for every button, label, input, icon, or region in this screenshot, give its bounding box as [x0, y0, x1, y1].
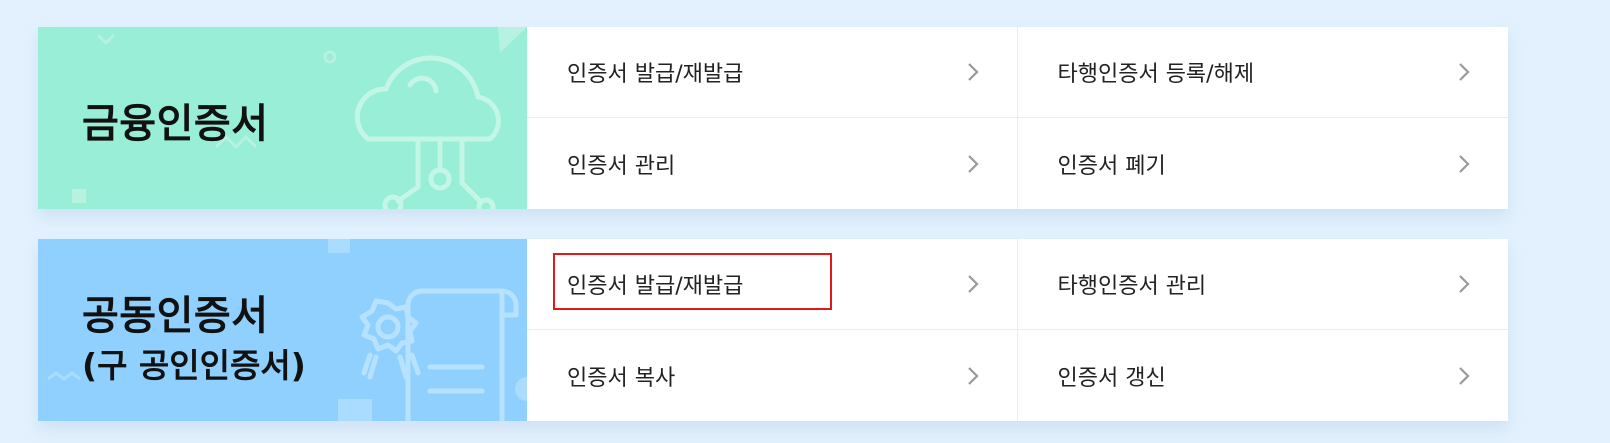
joint-certificate-banner: 공동인증서 (구 공인인증서): [38, 239, 527, 421]
chevron-right-icon: [1459, 63, 1470, 81]
menu-item-other-bank-manage[interactable]: 타행인증서 관리: [1017, 239, 1508, 330]
menu-item-label: 타행인증서 등록/해제: [1057, 62, 1255, 87]
financial-certificate-menu: 인증서 발급/재발급 타행인증서 등록/해제 인증서 관리 인증서 폐기: [527, 27, 1508, 209]
chevron-right-icon: [1459, 154, 1470, 173]
menu-item-label: 인증서 관리: [567, 153, 676, 179]
menu-item-label: 인증서 폐기: [1057, 153, 1166, 179]
section-subtitle: (구 공인인증서): [82, 346, 306, 385]
chevron-right-icon: [1459, 366, 1470, 385]
menu-item-renew[interactable]: 인증서 갱신: [1018, 330, 1509, 421]
menu-item-revoke[interactable]: 인증서 폐기: [1018, 118, 1509, 209]
chevron-right-icon: [1459, 275, 1470, 293]
chevron-right-icon: [967, 366, 979, 385]
joint-certificate-section: 공동인증서 (구 공인인증서) 인증서 발급/재발급 타행인증서 관리 인증서 …: [38, 239, 1508, 421]
menu-item-label: 인증서 발급/재발급: [567, 62, 744, 87]
financial-certificate-section: 금융인증서 인증서 발급/재발급 타행인증서 등록/해제 인증서 관리 인증서 …: [38, 27, 1508, 209]
menu-item-issue-reissue[interactable]: 인증서 발급/재발급: [527, 239, 1018, 330]
menu-item-label: 인증서 발급/재발급: [567, 274, 744, 299]
chevron-right-icon: [967, 63, 979, 81]
menu-item-manage[interactable]: 인증서 관리: [527, 118, 1018, 209]
menu-item-label: 타행인증서 관리: [1057, 274, 1207, 299]
menu-item-copy[interactable]: 인증서 복사: [527, 330, 1018, 421]
chevron-right-icon: [967, 154, 979, 173]
chevron-right-icon: [967, 275, 979, 293]
financial-certificate-banner: 금융인증서: [38, 27, 527, 209]
menu-item-label: 인증서 갱신: [1057, 365, 1166, 391]
section-title: 공동인증서: [82, 293, 269, 339]
joint-certificate-menu: 인증서 발급/재발급 타행인증서 관리 인증서 복사 인증서 갱신: [527, 239, 1508, 421]
menu-item-other-bank-register[interactable]: 타행인증서 등록/해제: [1017, 27, 1508, 118]
section-title: 금융인증서: [82, 101, 269, 147]
menu-item-issue-reissue[interactable]: 인증서 발급/재발급: [527, 27, 1018, 118]
menu-item-label: 인증서 복사: [567, 365, 676, 391]
